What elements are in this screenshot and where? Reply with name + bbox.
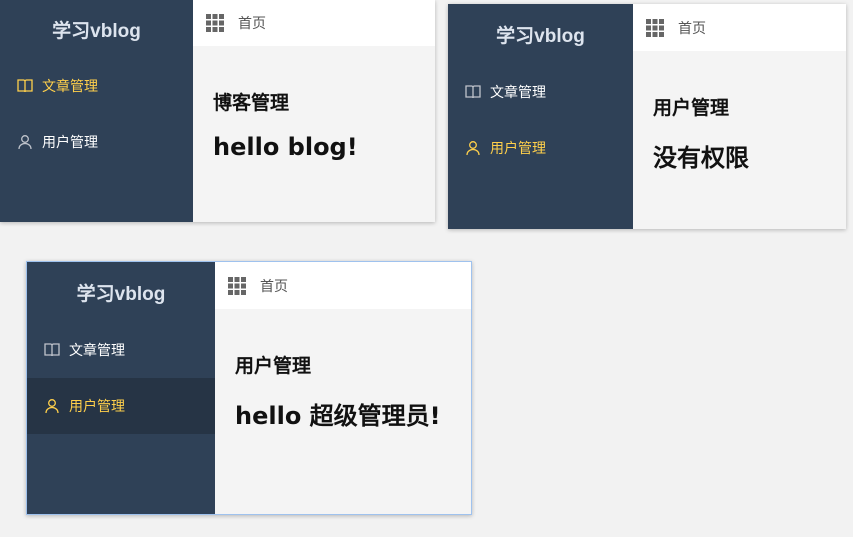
app-window-blog: 学习vblog 文章管理 用户管理 首页 博客管理 hello blog! — [0, 0, 435, 222]
page-message: hello 超级管理员! — [235, 402, 441, 430]
header-bar: 首页 — [633, 4, 846, 51]
breadcrumb-home[interactable]: 首页 — [678, 18, 706, 38]
menu-item-articles[interactable]: 文章管理 — [0, 58, 193, 114]
content: 用户管理 没有权限 — [633, 51, 846, 173]
user-icon — [16, 133, 34, 151]
page-message: hello blog! — [213, 133, 358, 161]
menu-item-articles[interactable]: 文章管理 — [27, 322, 215, 378]
book-icon — [43, 341, 61, 359]
menu-item-users[interactable]: 用户管理 — [27, 378, 215, 434]
content: 用户管理 hello 超级管理员! — [215, 309, 471, 431]
menu-label: 用户管理 — [490, 141, 546, 157]
user-icon — [464, 139, 482, 157]
book-icon — [464, 83, 482, 101]
menu-label: 用户管理 — [69, 399, 125, 415]
menu-label: 文章管理 — [42, 79, 98, 95]
menu-label: 文章管理 — [69, 343, 125, 359]
main-area: 首页 用户管理 hello 超级管理员! — [215, 262, 471, 514]
app-window-superadmin: 学习vblog 文章管理 用户管理 首页 用户管理 hello 超级管理员! — [26, 261, 472, 515]
app-window-no-permission: 学习vblog 文章管理 用户管理 首页 用户管理 没有权限 — [448, 4, 846, 229]
sidebar: 学习vblog 文章管理 用户管理 — [448, 4, 633, 229]
brand-title: 学习vblog — [52, 20, 141, 42]
grid-menu-icon[interactable] — [206, 14, 224, 32]
main-area: 首页 博客管理 hello blog! — [193, 0, 435, 222]
menu-label: 文章管理 — [490, 85, 546, 101]
header-bar: 首页 — [193, 0, 435, 46]
brand-title: 学习vblog — [496, 25, 585, 47]
menu-item-articles[interactable]: 文章管理 — [448, 64, 633, 120]
breadcrumb-home[interactable]: 首页 — [260, 276, 288, 296]
page-heading: 用户管理 — [235, 355, 312, 377]
brand-title: 学习vblog — [76, 283, 166, 305]
book-icon — [16, 77, 34, 95]
page-heading: 博客管理 — [213, 92, 290, 114]
menu-label: 用户管理 — [42, 135, 98, 151]
header-bar: 首页 — [215, 262, 471, 309]
user-icon — [43, 397, 61, 415]
sidebar: 学习vblog 文章管理 用户管理 — [27, 262, 215, 514]
content: 博客管理 hello blog! — [193, 46, 435, 161]
page-heading: 用户管理 — [653, 97, 730, 119]
page-message: 没有权限 — [653, 144, 749, 172]
sidebar: 学习vblog 文章管理 用户管理 — [0, 0, 193, 222]
menu-item-users[interactable]: 用户管理 — [0, 114, 193, 170]
menu-item-users[interactable]: 用户管理 — [448, 120, 633, 176]
main-area: 首页 用户管理 没有权限 — [633, 4, 846, 229]
grid-menu-icon[interactable] — [646, 18, 664, 37]
breadcrumb-home[interactable]: 首页 — [238, 13, 266, 33]
grid-menu-icon[interactable] — [228, 276, 246, 295]
